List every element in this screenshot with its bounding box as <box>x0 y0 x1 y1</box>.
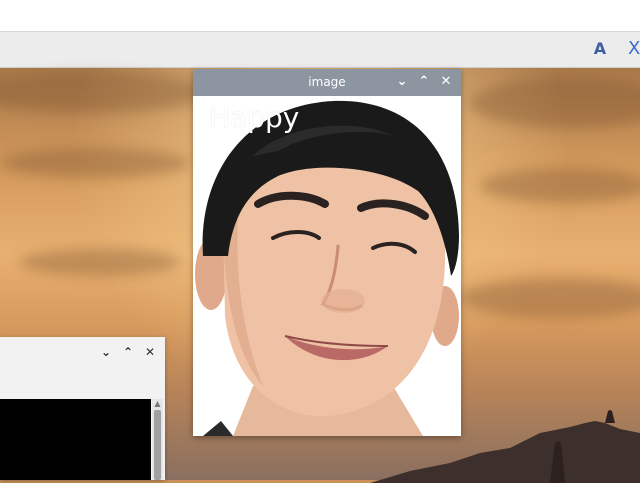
close-icon[interactable]: X <box>628 38 640 60</box>
chevron-up-icon[interactable]: ⌃ <box>416 74 432 90</box>
terminal-window: ⌄ ⌃ ✕ ▲ <box>0 337 165 480</box>
face-photo: Happy <box>193 96 461 436</box>
scroll-thumb[interactable] <box>154 410 161 480</box>
scroll-up-icon[interactable]: ▲ <box>152 399 163 409</box>
toolbar: A X <box>0 32 640 68</box>
terminal-titlebar[interactable]: ⌄ ⌃ ✕ <box>0 337 165 365</box>
font-icon[interactable]: A <box>590 38 610 60</box>
face-illustration <box>193 96 461 436</box>
terminal-scrollbar[interactable]: ▲ <box>152 399 163 480</box>
chevron-down-icon[interactable]: ⌄ <box>394 74 410 90</box>
image-window-titlebar[interactable]: image ⌄ ⌃ ✕ <box>193 69 461 96</box>
image-window: image ⌄ ⌃ ✕ Happy <box>193 69 461 436</box>
terminal-screen[interactable] <box>0 399 151 480</box>
close-x-icon[interactable]: ✕ <box>438 74 454 90</box>
emotion-label: Happy <box>209 101 300 134</box>
chevron-down-icon[interactable]: ⌄ <box>98 344 114 360</box>
top-strip <box>0 0 640 32</box>
chevron-up-icon[interactable]: ⌃ <box>120 344 136 360</box>
close-x-icon[interactable]: ✕ <box>142 344 158 360</box>
